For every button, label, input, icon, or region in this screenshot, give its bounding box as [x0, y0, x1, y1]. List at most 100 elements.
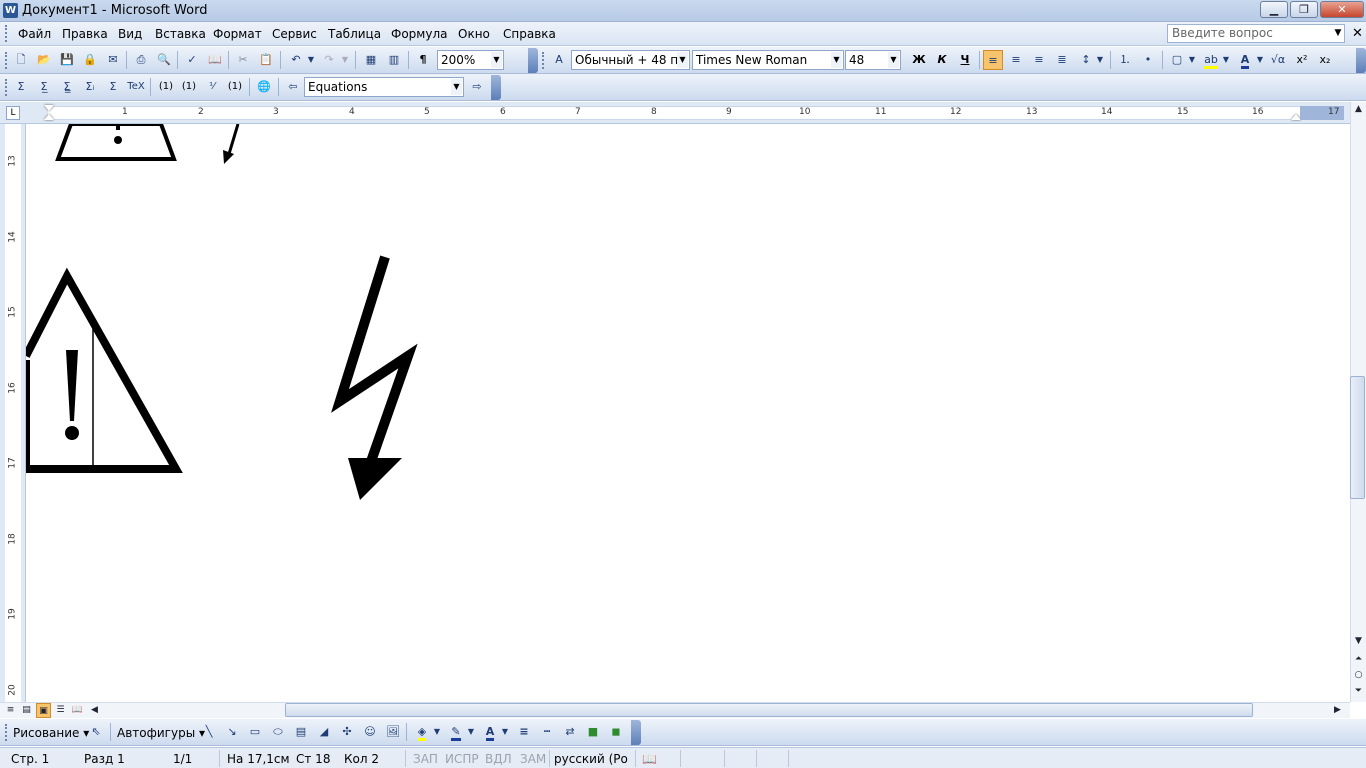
- horizontal-scroll-thumb[interactable]: [285, 703, 1253, 717]
- draw-font-color-dropdown-icon[interactable]: ▼: [499, 722, 511, 742]
- menu-tools[interactable]: Сервис: [272, 27, 317, 41]
- borders-icon[interactable]: ▢: [1167, 50, 1187, 70]
- sum-limits-icon[interactable]: Σ̲: [34, 77, 54, 97]
- email-icon[interactable]: ✉: [103, 50, 123, 70]
- ask-question-input[interactable]: Введите вопрос: [1167, 24, 1345, 43]
- wordart-icon[interactable]: ◢: [314, 722, 334, 742]
- menu-grip[interactable]: [5, 25, 8, 42]
- left-indent-marker[interactable]: [44, 114, 54, 120]
- vertical-ruler[interactable]: 13 14 15 16 17 18 19 20: [0, 124, 26, 702]
- horizontal-ruler[interactable]: L 1 2 3 4 5 6 7 8 9 10 11 12 13 14 15 16…: [0, 102, 1350, 124]
- equations-dropdown-icon[interactable]: ▼: [451, 79, 462, 95]
- sum-sub-icon[interactable]: Σᵢ: [80, 77, 100, 97]
- borders-dropdown-icon[interactable]: ▼: [1186, 50, 1198, 70]
- menu-format[interactable]: Формат: [213, 27, 262, 41]
- sum-highlight-icon[interactable]: Σ: [103, 77, 123, 97]
- toolbar-grip[interactable]: [542, 52, 545, 69]
- undo-dropdown-icon[interactable]: ▼: [305, 50, 317, 70]
- print-icon[interactable]: ⎙: [131, 50, 151, 70]
- permission-icon[interactable]: 🔒: [80, 50, 100, 70]
- scroll-down-icon[interactable]: ▼: [1351, 634, 1366, 649]
- text-box-icon[interactable]: ▤: [291, 722, 311, 742]
- highlight-dropdown-icon[interactable]: ▼: [1220, 50, 1232, 70]
- menu-equation[interactable]: Формула: [391, 27, 447, 41]
- warning-triangle[interactable]: [26, 267, 183, 473]
- subscript-button[interactable]: x₂: [1315, 50, 1335, 70]
- menu-help[interactable]: Справка: [503, 27, 556, 41]
- equations-combo[interactable]: Equations ▼: [304, 77, 464, 97]
- bold-button[interactable]: Ж: [909, 50, 929, 70]
- arrow-style-icon[interactable]: ⇄: [560, 722, 580, 742]
- draw-font-color-icon[interactable]: A: [480, 722, 500, 742]
- lightning-bolt-icon[interactable]: [331, 255, 418, 472]
- line-spacing-icon[interactable]: ↕: [1076, 50, 1096, 70]
- styles-pane-icon[interactable]: A: [549, 50, 569, 70]
- menu-view[interactable]: Вид: [118, 27, 142, 41]
- show-formatting-icon[interactable]: ¶: [413, 50, 433, 70]
- style-dropdown-icon[interactable]: ▼: [677, 52, 688, 68]
- minimize-button[interactable]: ▁: [1260, 1, 1288, 18]
- normal-view-icon[interactable]: ≡: [3, 703, 18, 718]
- browse-object-icon[interactable]: ○: [1351, 668, 1366, 683]
- numbering-icon[interactable]: ⒈: [1115, 50, 1135, 70]
- undo-icon[interactable]: ↶: [286, 50, 306, 70]
- research-icon[interactable]: 📖: [205, 50, 225, 70]
- dash-style-icon[interactable]: ┅: [537, 722, 557, 742]
- status-ext[interactable]: ВДЛ: [485, 752, 512, 766]
- new-document-icon[interactable]: 🗋: [11, 50, 31, 70]
- align-right-icon[interactable]: ≡: [1029, 50, 1049, 70]
- sum-icon[interactable]: Σ: [11, 77, 31, 97]
- status-trk[interactable]: ИСПР: [445, 752, 479, 766]
- toolbar-options-icon[interactable]: [631, 720, 641, 745]
- chapter-break-icon[interactable]: ⅟: [202, 77, 222, 97]
- web-view-icon[interactable]: ▤: [19, 703, 34, 718]
- close-button[interactable]: ✕: [1320, 1, 1364, 18]
- line-color-dropdown-icon[interactable]: ▼: [465, 722, 477, 742]
- autoshapes-menu-button[interactable]: Автофигуры ▾: [117, 726, 205, 740]
- underline-button[interactable]: Ч: [955, 50, 975, 70]
- align-center-icon[interactable]: ≡: [1006, 50, 1026, 70]
- line-color-icon[interactable]: ✎: [446, 722, 466, 742]
- next-arrow-icon[interactable]: ⇨: [467, 77, 487, 97]
- toolbar-options-icon[interactable]: [491, 75, 501, 100]
- clip-art-icon[interactable]: ☺: [360, 722, 380, 742]
- word-app-icon[interactable]: W: [3, 3, 18, 18]
- save-icon[interactable]: 💾: [57, 50, 77, 70]
- spelling-icon[interactable]: ✓: [182, 50, 202, 70]
- zoom-combo[interactable]: 200% ▼: [437, 50, 504, 70]
- highlight-icon[interactable]: ab: [1201, 50, 1221, 70]
- oval-icon[interactable]: ⬭: [268, 722, 288, 742]
- tab-selector-button[interactable]: L: [6, 106, 20, 120]
- zoom-dropdown-icon[interactable]: ▼: [491, 52, 502, 68]
- menu-edit[interactable]: Правка: [62, 27, 108, 41]
- previous-arrow-icon[interactable]: ⇦: [283, 77, 303, 97]
- next-page-icon[interactable]: ⏷: [1351, 684, 1366, 699]
- menu-table[interactable]: Таблица: [328, 27, 381, 41]
- scroll-up-icon[interactable]: ▲: [1351, 102, 1366, 117]
- line-spacing-dropdown-icon[interactable]: ▼: [1094, 50, 1106, 70]
- rectangle-icon[interactable]: ▭: [245, 722, 265, 742]
- font-size-dropdown-icon[interactable]: ▼: [888, 52, 899, 68]
- ask-dropdown-icon[interactable]: ▼: [1332, 26, 1344, 40]
- previous-page-icon[interactable]: ⏶: [1351, 652, 1366, 667]
- line-style-icon[interactable]: ≡: [514, 722, 534, 742]
- lightning-arrow-top[interactable]: [227, 124, 240, 155]
- maximize-button[interactable]: ❐: [1290, 1, 1318, 18]
- font-color-dropdown-icon[interactable]: ▼: [1254, 50, 1266, 70]
- superscript-button[interactable]: x²: [1292, 50, 1312, 70]
- align-left-icon[interactable]: ≡: [983, 50, 1003, 70]
- columns-icon[interactable]: ▥: [384, 50, 404, 70]
- update-numbers-button[interactable]: (1): [225, 77, 245, 97]
- diagram-icon[interactable]: ✣: [337, 722, 357, 742]
- cut-icon[interactable]: ✂: [233, 50, 253, 70]
- open-folder-icon[interactable]: 📂: [34, 50, 54, 70]
- font-dropdown-icon[interactable]: ▼: [831, 52, 842, 68]
- toolbar-options-icon[interactable]: [1356, 48, 1366, 73]
- equation-editor-icon[interactable]: √α: [1268, 50, 1288, 70]
- scroll-left-icon[interactable]: ◀: [87, 703, 102, 718]
- toolbar-grip[interactable]: [5, 724, 8, 741]
- italic-button[interactable]: К: [932, 50, 952, 70]
- justify-icon[interactable]: ≣: [1052, 50, 1072, 70]
- print-layout-icon[interactable]: ▣: [36, 703, 51, 718]
- redo-dropdown-icon[interactable]: ▼: [339, 50, 351, 70]
